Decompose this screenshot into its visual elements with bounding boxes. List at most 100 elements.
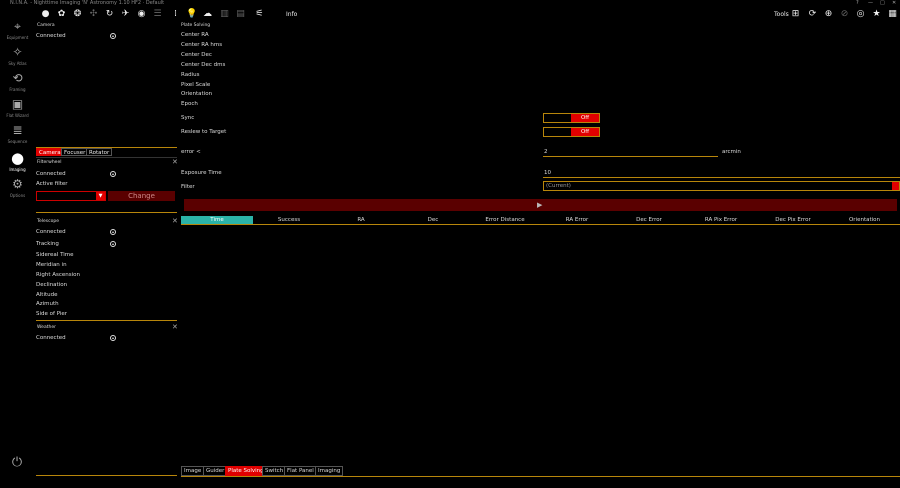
sidereal-time-label: Sidereal Time xyxy=(36,252,74,258)
disabled-tool-icon[interactable]: ⊘ xyxy=(839,9,850,20)
sync-toggle-value: Off xyxy=(571,114,599,122)
crosshair-icon[interactable]: ⊕ xyxy=(823,9,834,20)
filter-chevron-icon[interactable] xyxy=(892,182,899,190)
col-dec[interactable]: Dec xyxy=(397,216,469,224)
chart-status-icon[interactable]: ▥ xyxy=(219,9,230,20)
col-dec-error[interactable]: Dec Error xyxy=(613,216,685,224)
col-error-distance[interactable]: Error Distance xyxy=(469,216,541,224)
tab-image[interactable]: Image xyxy=(181,466,205,476)
telescope-icon: ⌖ xyxy=(14,19,21,33)
filterwheel-status-icon[interactable]: ✿ xyxy=(56,9,67,20)
exposure-time-label: Exposure Time xyxy=(181,170,222,176)
history-icon[interactable]: ⟳ xyxy=(807,9,818,20)
left-bottom-divider xyxy=(36,475,177,476)
weather-close-icon[interactable]: ✕ xyxy=(172,323,178,331)
meridian-label: Meridian in xyxy=(36,262,67,268)
star-icon[interactable]: ★ xyxy=(871,9,882,20)
col-success[interactable]: Success xyxy=(253,216,325,224)
filterwheel-connected-label: Connected xyxy=(36,171,66,177)
col-dec-pix-error[interactable]: Dec Pix Error xyxy=(757,216,829,224)
telescope-connect-icon[interactable]: ▴ xyxy=(110,229,116,235)
declination-label: Declination xyxy=(36,282,68,288)
change-filter-button[interactable]: Change xyxy=(108,191,175,201)
nav-options-label: Options xyxy=(9,193,26,198)
chevron-down-icon[interactable]: ▼ xyxy=(96,192,105,200)
flat-panel-status-icon[interactable]: 💡 xyxy=(186,9,197,20)
signal-status-icon[interactable]: ▤ xyxy=(235,9,246,20)
close-window-button[interactable]: ✕ xyxy=(892,0,896,6)
col-ra[interactable]: RA xyxy=(325,216,397,224)
tab-switch[interactable]: Switch xyxy=(262,466,287,476)
center-ra-hms-label: Center RA hms xyxy=(181,42,223,48)
camera-status-icon[interactable]: ● xyxy=(40,9,51,20)
weather-connected-label: Connected xyxy=(36,335,66,341)
nav-equipment[interactable]: ⌖ Equipment xyxy=(0,18,35,44)
minimize-button[interactable]: — xyxy=(868,0,873,6)
error-value: 2 xyxy=(544,149,548,155)
window-title: N.I.N.A. - Nighttime Imaging 'N' Astrono… xyxy=(10,0,165,6)
nav-sky-atlas[interactable]: ✧ Sky Atlas xyxy=(0,44,35,70)
switch-status-icon[interactable]: ⁞ xyxy=(170,9,181,20)
refresh-icon[interactable]: ↻ xyxy=(104,9,115,20)
filter-value: (Current) xyxy=(546,183,571,189)
tab-plate-solving[interactable]: Plate Solving xyxy=(225,466,267,476)
info-label[interactable]: Info xyxy=(286,11,297,18)
guider-status-icon[interactable]: ◉ xyxy=(136,9,147,20)
nav-sequence[interactable]: ≣ Sequence xyxy=(0,122,35,148)
focuser-status-icon[interactable]: ❂ xyxy=(72,9,83,20)
atlas-icon: ✧ xyxy=(12,45,23,59)
play-icon[interactable]: ▶ xyxy=(537,201,542,209)
camera-panel-title: Camera xyxy=(37,23,55,28)
power-icon[interactable]: ⏻ xyxy=(9,455,25,471)
maximize-button[interactable]: □ xyxy=(880,0,885,6)
filterwheel-close-icon[interactable]: ✕ xyxy=(172,158,178,166)
filter-select[interactable]: ▼ xyxy=(36,191,106,201)
tools-label[interactable]: Tools xyxy=(774,11,789,18)
solve-history-header: Time Success RA Dec Error Distance RA Er… xyxy=(181,216,900,225)
nav-options[interactable]: ⚙ Options xyxy=(0,176,35,202)
title-bar: N.I.N.A. - Nighttime Imaging 'N' Astrono… xyxy=(0,0,900,6)
calculator-icon[interactable]: ▦ xyxy=(887,9,898,20)
exposure-time-input[interactable]: 10 xyxy=(543,170,900,178)
tab-guider[interactable]: Guider xyxy=(203,466,228,476)
help-button[interactable]: ? xyxy=(856,0,859,6)
telescope-status-icon[interactable]: ✈ xyxy=(120,9,131,20)
sequence-status-icon[interactable]: ☰ xyxy=(152,9,163,20)
telescope-close-icon[interactable]: ✕ xyxy=(172,217,178,225)
col-ra-pix-error[interactable]: RA Pix Error xyxy=(685,216,757,224)
tab-camera[interactable]: Camera xyxy=(36,148,64,156)
altitude-label: Altitude xyxy=(36,292,58,298)
tab-imaging[interactable]: Imaging xyxy=(315,466,344,476)
azimuth-label: Azimuth xyxy=(36,301,59,307)
col-time[interactable]: Time xyxy=(181,216,253,224)
rotator-status-icon[interactable]: ✣ xyxy=(88,9,99,20)
filterwheel-connect-icon[interactable]: ▴ xyxy=(110,171,116,177)
nav-imaging[interactable]: ● Imaging xyxy=(0,150,35,176)
tools-grid-icon[interactable]: ⊞ xyxy=(790,9,801,20)
telescope-tracking-icon[interactable]: ▴ xyxy=(110,241,116,247)
nav-framing[interactable]: ⟲ Framing xyxy=(0,70,35,96)
tab-rotator[interactable]: Rotator xyxy=(86,148,113,156)
error-input[interactable]: 2 xyxy=(543,149,718,157)
filterwheel-panel-title: Filterwheel xyxy=(37,160,62,165)
flat-wizard-icon: ▣ xyxy=(11,97,24,111)
reslew-toggle[interactable]: Off xyxy=(543,127,600,137)
sync-toggle[interactable]: Off xyxy=(543,113,600,123)
exposure-time-value: 10 xyxy=(544,170,551,176)
framing-icon: ⟲ xyxy=(12,71,23,85)
orientation-label: Orientation xyxy=(181,91,213,97)
col-orientation[interactable]: Orientation xyxy=(829,216,900,224)
info-icon[interactable]: ⚟ xyxy=(254,9,265,20)
weather-status-icon[interactable]: ☁ xyxy=(202,9,213,20)
tab-focuser[interactable]: Focuser xyxy=(61,148,89,156)
reslew-toggle-value: Off xyxy=(571,128,599,136)
error-unit-label: arcmin xyxy=(722,149,741,155)
nav-flat-wizard[interactable]: ▣ Flat Wizard xyxy=(0,96,35,122)
col-ra-error[interactable]: RA Error xyxy=(541,216,613,224)
target-icon[interactable]: ◎ xyxy=(855,9,866,20)
filter-dropdown[interactable]: (Current) xyxy=(543,181,900,191)
weather-connect-icon[interactable]: ▴ xyxy=(110,335,116,341)
camera-connect-icon[interactable]: ▴ xyxy=(110,33,116,39)
tab-flat-panel[interactable]: Flat Panel xyxy=(284,466,317,476)
radius-label: Radius xyxy=(181,72,200,78)
